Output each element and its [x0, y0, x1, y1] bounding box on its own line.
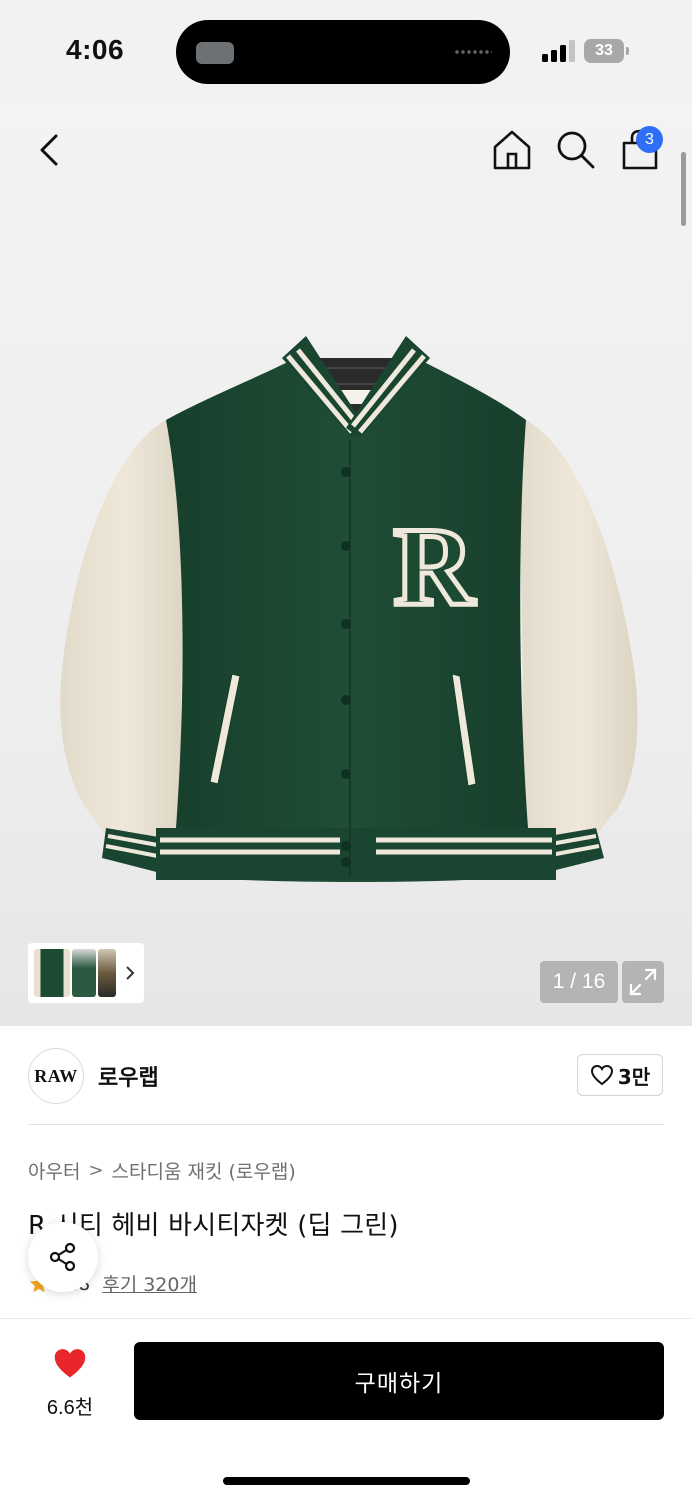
share-icon [49, 1242, 76, 1272]
brand-name[interactable]: 로우랩 [98, 1060, 159, 1092]
cellular-signal-icon [542, 40, 578, 62]
image-page-counter: 1 / 16 [540, 961, 618, 1003]
svg-text:R: R [394, 505, 476, 629]
battery-tip [626, 47, 629, 55]
thumbnail-strip[interactable] [28, 943, 144, 1003]
share-button[interactable] [28, 1222, 98, 1292]
thumbnail-3[interactable] [98, 949, 116, 997]
home-icon [493, 130, 531, 170]
home-button[interactable] [490, 128, 534, 172]
island-dots-icon [454, 50, 492, 54]
breadcrumb-item-stadium-jacket[interactable]: 스타디움 재킷 (로우랩) [112, 1157, 296, 1184]
scroll-indicator [681, 152, 686, 226]
heart-outline-icon [590, 1064, 613, 1086]
battery-icon: 33 [584, 39, 624, 63]
dynamic-island [176, 20, 510, 84]
divider [28, 1124, 664, 1125]
review-count-link[interactable]: 후기 320개 [102, 1270, 197, 1297]
product-gallery[interactable]: 3 R 1 / 16 [0, 100, 692, 1026]
search-button[interactable] [554, 128, 598, 172]
status-time: 4:06 [66, 34, 125, 65]
back-button[interactable] [30, 128, 70, 172]
chevron-right-icon [126, 966, 135, 980]
brand-logo[interactable]: RAW [28, 1048, 84, 1104]
fullscreen-button[interactable] [622, 961, 664, 1003]
expand-icon [629, 968, 657, 996]
buy-button[interactable]: 구매하기 [134, 1342, 664, 1420]
brand-like-button[interactable]: 3만 [577, 1054, 663, 1096]
breadcrumb-separator: > [88, 1160, 104, 1181]
breadcrumb-item-outer[interactable]: 아우터 [28, 1157, 80, 1184]
cart-count-badge: 3 [636, 126, 663, 153]
thumbnail-2[interactable] [72, 949, 96, 997]
status-bar: 4:06 33 [0, 0, 692, 100]
breadcrumb: 아우터 > 스타디움 재킷 (로우랩) [28, 1157, 296, 1184]
bottom-action-bar: 6.6천 구매하기 [0, 1318, 692, 1500]
thumbnail-1[interactable] [34, 949, 70, 997]
heart-filled-icon [54, 1349, 86, 1378]
brand-like-count: 3만 [617, 1064, 651, 1089]
wishlist-button[interactable]: 6.6천 [30, 1343, 110, 1421]
home-indicator [223, 1477, 470, 1485]
island-activity-icon [196, 42, 234, 64]
search-icon [557, 131, 595, 169]
back-icon [40, 134, 58, 166]
product-image-varsity-jacket: R [60, 336, 638, 882]
wishlist-count: 6.6천 [46, 1397, 94, 1419]
